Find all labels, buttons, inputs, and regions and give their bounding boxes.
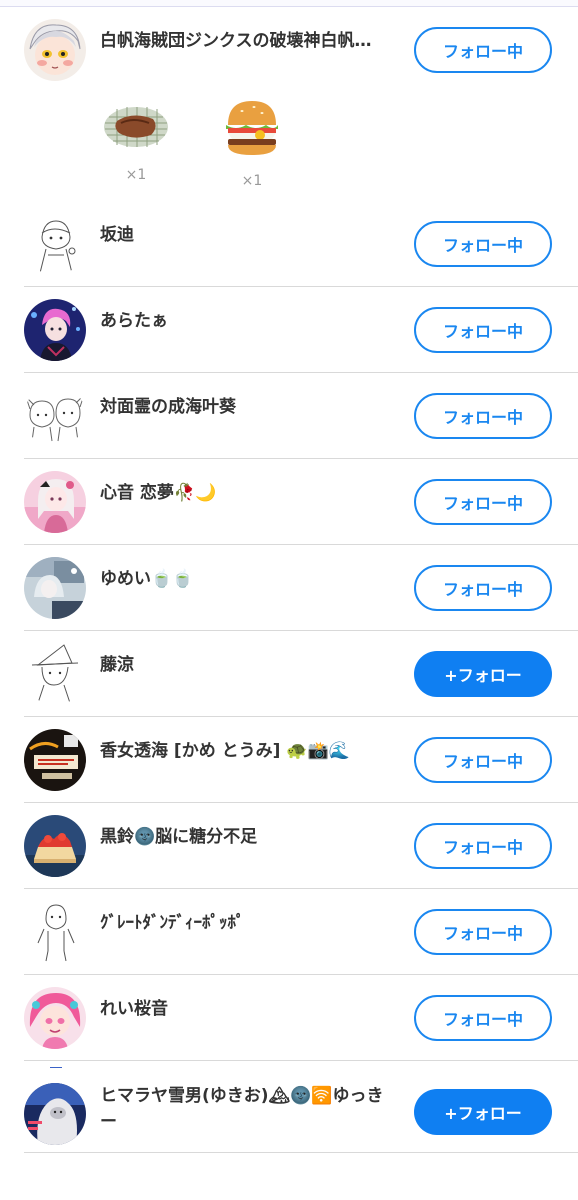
list-item[interactable]: あらたぁ フォロー中 bbox=[24, 287, 578, 373]
avatar[interactable] bbox=[24, 729, 86, 791]
avatar[interactable] bbox=[24, 19, 86, 81]
user-name[interactable]: ゆめい🍵🍵 bbox=[100, 567, 400, 591]
following-button[interactable]: フォロー中 bbox=[414, 27, 552, 73]
divider-mark bbox=[50, 1067, 62, 1068]
avatar[interactable] bbox=[24, 643, 86, 705]
grilled-meat-icon bbox=[104, 107, 168, 147]
avatar[interactable] bbox=[24, 213, 86, 275]
avatar[interactable] bbox=[24, 815, 86, 877]
list-item[interactable]: 黒鈴🌚脳に糖分不足 フォロー中 bbox=[24, 803, 578, 889]
follow-list: 白帆海賊団ジンクスの破壊神白帆… フォロー中 ×1 ×1 坂迪 フォロー中 あら… bbox=[24, 7, 578, 1153]
following-button[interactable]: フォロー中 bbox=[414, 823, 552, 869]
list-item[interactable]: 藤涼 +フォロー bbox=[24, 631, 578, 717]
list-item[interactable]: 白帆海賊団ジンクスの破壊神白帆… フォロー中 ×1 ×1 bbox=[24, 7, 578, 201]
user-name[interactable]: ｸﾞﾚｰﾄﾀﾞﾝﾃﾞｨｰﾎﾟｯﾎﾟ bbox=[100, 911, 400, 935]
gift-item: ×1 bbox=[100, 97, 172, 183]
avatar[interactable] bbox=[24, 385, 86, 447]
hamburger-icon bbox=[226, 101, 278, 155]
gift-count: ×1 bbox=[241, 173, 263, 189]
user-name[interactable]: 藤涼 bbox=[100, 653, 400, 677]
avatar[interactable] bbox=[24, 557, 86, 619]
user-name[interactable]: 香女透海 [かめ とうみ] 🐢📸🌊 bbox=[100, 739, 400, 763]
follow-button[interactable]: +フォロー bbox=[414, 651, 552, 697]
following-button[interactable]: フォロー中 bbox=[414, 995, 552, 1041]
following-button[interactable]: フォロー中 bbox=[414, 307, 552, 353]
following-button[interactable]: フォロー中 bbox=[414, 393, 552, 439]
list-item[interactable]: 心音 恋夢🥀🌙 フォロー中 bbox=[24, 459, 578, 545]
user-name[interactable]: れい桜音 bbox=[100, 997, 400, 1021]
user-name[interactable]: 心音 恋夢🥀🌙 bbox=[100, 481, 400, 505]
user-name[interactable]: 対面霊の成海叶葵 bbox=[100, 395, 400, 419]
following-button[interactable]: フォロー中 bbox=[414, 737, 552, 783]
follow-button[interactable]: +フォロー bbox=[414, 1089, 552, 1135]
list-item[interactable]: 香女透海 [かめ とうみ] 🐢📸🌊 フォロー中 bbox=[24, 717, 578, 803]
following-button[interactable]: フォロー中 bbox=[414, 479, 552, 525]
user-name[interactable]: ヒマラヤ雪男(ゆきお)🏔🌚🛜ゆっきー bbox=[100, 1083, 400, 1135]
following-button[interactable]: フォロー中 bbox=[414, 565, 552, 611]
user-name[interactable]: 白帆海賊団ジンクスの破壊神白帆… bbox=[100, 29, 400, 53]
list-item[interactable]: ｸﾞﾚｰﾄﾀﾞﾝﾃﾞｨｰﾎﾟｯﾎﾟ フォロー中 bbox=[24, 889, 578, 975]
list-item[interactable]: 坂迪 フォロー中 bbox=[24, 201, 578, 287]
list-item[interactable]: 対面霊の成海叶葵 フォロー中 bbox=[24, 373, 578, 459]
gift-list: ×1 ×1 bbox=[100, 97, 300, 197]
avatar[interactable] bbox=[24, 1083, 86, 1145]
following-button[interactable]: フォロー中 bbox=[414, 909, 552, 955]
user-name[interactable]: 坂迪 bbox=[100, 223, 400, 247]
user-name[interactable]: 黒鈴🌚脳に糖分不足 bbox=[100, 825, 400, 849]
list-item[interactable]: れい桜音 フォロー中 bbox=[24, 975, 578, 1061]
avatar[interactable] bbox=[24, 299, 86, 361]
user-name[interactable]: あらたぁ bbox=[100, 309, 400, 333]
following-button[interactable]: フォロー中 bbox=[414, 221, 552, 267]
list-item[interactable]: ヒマラヤ雪男(ゆきお)🏔🌚🛜ゆっきー +フォロー bbox=[24, 1061, 578, 1153]
avatar[interactable] bbox=[24, 471, 86, 533]
top-edge bbox=[0, 0, 578, 7]
list-item[interactable]: ゆめい🍵🍵 フォロー中 bbox=[24, 545, 578, 631]
gift-count: ×1 bbox=[125, 167, 147, 183]
avatar[interactable] bbox=[24, 901, 86, 963]
avatar[interactable] bbox=[24, 987, 86, 1049]
gift-item: ×1 bbox=[216, 97, 288, 189]
